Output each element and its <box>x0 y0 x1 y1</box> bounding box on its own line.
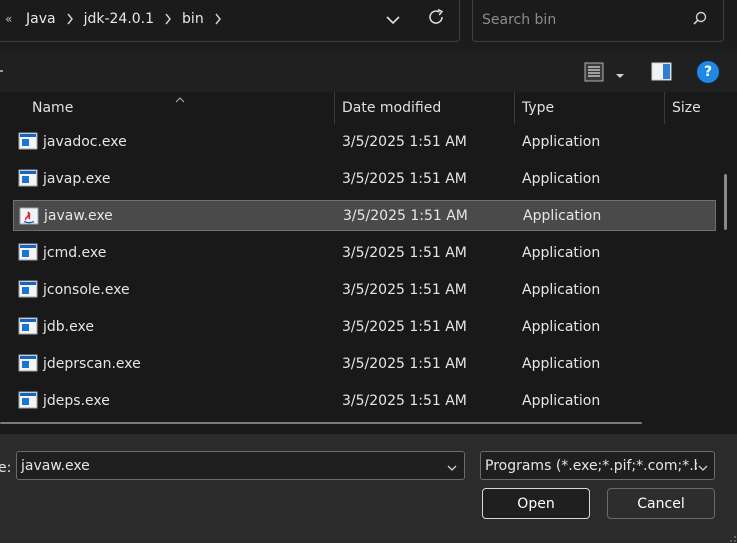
sort-ascending-icon <box>174 92 186 103</box>
file-type: Application <box>522 244 601 261</box>
vertical-scrollbar-thumb[interactable] <box>724 174 727 230</box>
file-type: Application <box>522 355 601 372</box>
list-item[interactable]: jconsole.exe 3/5/2025 1:51 AM Application <box>13 274 716 305</box>
file-type-value: Programs (*.exe;*.pif;*.com;*.bat <box>485 458 697 474</box>
refresh-icon[interactable] <box>425 6 447 28</box>
file-date-modified: 3/5/2025 1:51 AM <box>342 281 467 298</box>
file-date-modified: 3/5/2025 1:51 AM <box>342 355 467 372</box>
breadcrumb-item-bin[interactable]: bin <box>179 11 207 27</box>
file-name: javap.exe <box>43 170 111 187</box>
chevron-right-icon[interactable] <box>211 12 225 26</box>
file-name: jdeprscan.exe <box>43 355 141 372</box>
open-button[interactable]: Open <box>482 488 590 519</box>
list-item[interactable]: javaw.exe 3/5/2025 1:51 AM Application <box>13 200 716 231</box>
list-item[interactable]: javadoc.exe 3/5/2025 1:51 AM Application <box>13 126 716 157</box>
dialog-footer: e: javaw.exe Programs (*.exe;*.pif;*.com… <box>0 434 737 543</box>
chevron-down-icon[interactable] <box>446 461 458 471</box>
filename-combobox[interactable]: javaw.exe <box>16 451 465 480</box>
file-type: Application <box>522 133 601 150</box>
file-name: javaw.exe <box>44 207 113 224</box>
breadcrumb: « Java jdk-24.0.1 bin <box>5 11 229 27</box>
file-date-modified: 3/5/2025 1:51 AM <box>343 207 468 224</box>
address-bar[interactable]: « Java jdk-24.0.1 bin <box>0 0 460 42</box>
file-name: jdeps.exe <box>43 392 110 409</box>
breadcrumb-item-java[interactable]: Java <box>23 11 59 27</box>
column-header-row: Name Date modified Type Size <box>0 92 737 124</box>
exe-icon <box>18 168 38 188</box>
file-date-modified: 3/5/2025 1:51 AM <box>342 244 467 261</box>
exe-icon <box>18 279 38 299</box>
chevron-right-icon[interactable] <box>63 12 77 26</box>
list-item[interactable]: jdeprscan.exe 3/5/2025 1:51 AM Application <box>13 348 716 379</box>
file-type: Application <box>522 170 601 187</box>
details-view-icon[interactable] <box>584 62 604 82</box>
file-type: Application <box>522 392 601 409</box>
java-icon <box>19 206 39 226</box>
list-item[interactable]: jcmd.exe 3/5/2025 1:51 AM Application <box>13 237 716 268</box>
file-name: jconsole.exe <box>43 281 130 298</box>
list-item[interactable]: jdb.exe 3/5/2025 1:51 AM Application <box>13 311 716 342</box>
file-name: jcmd.exe <box>43 244 107 261</box>
organize-menu-icon[interactable] <box>0 70 3 72</box>
file-type-select[interactable]: Programs (*.exe;*.pif;*.com;*.bat <box>480 451 715 480</box>
cancel-button[interactable]: Cancel <box>607 488 715 519</box>
file-name: jdb.exe <box>43 318 94 335</box>
exe-icon <box>18 131 38 151</box>
file-name: javadoc.exe <box>43 133 127 150</box>
exe-icon <box>18 390 38 410</box>
column-header-type[interactable]: Type <box>522 92 554 124</box>
file-type: Application <box>522 318 601 335</box>
chevron-down-icon[interactable] <box>697 461 709 471</box>
exe-icon <box>18 353 38 373</box>
breadcrumb-overflow-button[interactable]: « <box>5 12 23 26</box>
file-date-modified: 3/5/2025 1:51 AM <box>342 318 467 335</box>
search-icon[interactable] <box>691 10 709 28</box>
column-divider[interactable] <box>514 92 515 124</box>
filename-label: e: <box>0 460 12 476</box>
view-options-dropdown-icon[interactable] <box>614 68 626 78</box>
column-header-date[interactable]: Date modified <box>342 92 441 124</box>
file-type: Application <box>522 281 601 298</box>
list-item[interactable]: jdeps.exe 3/5/2025 1:51 AM Application <box>13 385 716 416</box>
chevron-right-icon[interactable] <box>161 12 175 26</box>
file-type: Application <box>523 207 602 224</box>
help-icon[interactable]: ? <box>697 61 719 83</box>
search-input[interactable]: Search bin <box>482 12 556 28</box>
address-history-dropdown-icon[interactable] <box>383 11 403 29</box>
preview-pane-icon[interactable] <box>651 62 672 81</box>
column-divider[interactable] <box>334 92 335 124</box>
list-item[interactable]: javap.exe 3/5/2025 1:51 AM Application <box>13 163 716 194</box>
filename-input[interactable]: javaw.exe <box>21 458 90 474</box>
horizontal-scrollbar-thumb[interactable] <box>0 422 642 424</box>
exe-icon <box>18 242 38 262</box>
column-divider[interactable] <box>664 92 665 124</box>
file-date-modified: 3/5/2025 1:51 AM <box>342 170 467 187</box>
column-header-name[interactable]: Name <box>32 92 73 124</box>
breadcrumb-item-jdk[interactable]: jdk-24.0.1 <box>81 11 157 27</box>
resize-grip-icon[interactable] <box>725 531 737 543</box>
file-list: Name Date modified Type Size javadoc.exe… <box>0 92 737 434</box>
column-header-size[interactable]: Size <box>672 92 701 124</box>
toolbar: ? <box>0 52 737 92</box>
file-date-modified: 3/5/2025 1:51 AM <box>342 133 467 150</box>
file-date-modified: 3/5/2025 1:51 AM <box>342 392 467 409</box>
search-box[interactable]: Search bin <box>472 0 724 42</box>
exe-icon <box>18 316 38 336</box>
